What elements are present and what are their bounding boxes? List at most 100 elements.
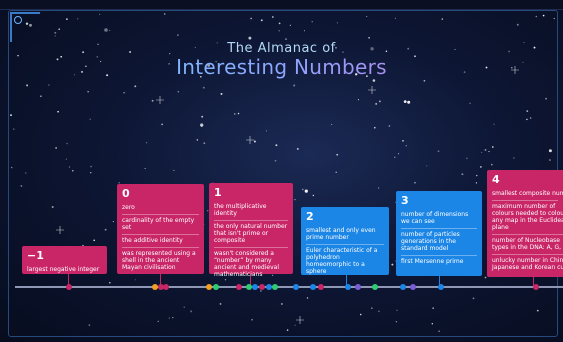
timeline-dot[interactable] <box>533 284 539 290</box>
star <box>274 159 277 162</box>
star <box>285 38 287 40</box>
timeline-dot[interactable] <box>372 284 378 290</box>
star <box>286 329 289 331</box>
star <box>366 15 368 18</box>
star <box>66 18 68 20</box>
card-fact: number of Nucleobase types in the DNA: A… <box>492 235 563 255</box>
star <box>58 28 61 31</box>
card-number: 2 <box>306 210 314 223</box>
timeline-dot[interactable] <box>206 284 212 290</box>
star <box>488 151 490 153</box>
card-number: −1 <box>27 249 44 262</box>
card-fact: largest negative integer <box>27 266 100 273</box>
number-card-2[interactable]: 2 smallest and only even prime number Eu… <box>301 207 389 275</box>
timeline-dot[interactable] <box>236 284 242 290</box>
timeline-dot[interactable] <box>345 284 351 290</box>
card-fact: number of particles generations in the s… <box>401 229 477 256</box>
star <box>104 228 107 231</box>
star <box>493 123 495 125</box>
card-number: 0 <box>122 187 130 200</box>
star <box>403 100 407 103</box>
star <box>481 151 483 153</box>
star <box>394 156 396 158</box>
number-card-4[interactable]: 4 smallest composite number maximum numb… <box>487 170 563 277</box>
star <box>10 166 13 169</box>
timeline-dot[interactable] <box>410 284 416 290</box>
card-number: 3 <box>401 194 409 207</box>
star <box>312 194 314 197</box>
number-card-minus-1[interactable]: −1 largest negative integer <box>22 246 107 274</box>
star <box>289 24 291 26</box>
card-number: 1 <box>214 186 222 199</box>
timeline-dot[interactable] <box>213 284 219 290</box>
star <box>157 320 159 322</box>
star <box>359 313 362 316</box>
sparkle <box>368 86 376 94</box>
timeline-dot[interactable] <box>310 284 316 290</box>
star <box>475 182 477 184</box>
star <box>336 22 338 24</box>
star <box>25 172 27 174</box>
star <box>469 102 471 104</box>
star <box>302 188 304 191</box>
star <box>134 85 137 88</box>
timeline-dot[interactable] <box>163 284 169 290</box>
card-fact: the additive identity <box>122 235 199 248</box>
number-card-0[interactable]: 0 zero cardinality of the empty set the … <box>117 184 204 274</box>
timeline-dot[interactable] <box>66 284 72 290</box>
card-fact: maximum number of colours needed to colo… <box>492 201 563 235</box>
card-fact: cardinality of the empty set <box>122 215 199 235</box>
star <box>72 169 74 172</box>
star <box>379 100 381 103</box>
star <box>513 157 515 159</box>
star <box>372 79 376 82</box>
star <box>423 79 426 82</box>
star <box>466 157 468 159</box>
timeline-dot[interactable] <box>293 284 299 290</box>
number-line-axis <box>15 286 563 288</box>
star <box>388 125 391 127</box>
timeline-dot[interactable] <box>438 284 444 290</box>
star <box>396 309 398 311</box>
star <box>248 36 252 40</box>
star <box>526 110 529 112</box>
timeline-dot[interactable] <box>259 284 265 290</box>
star <box>484 276 487 279</box>
star <box>368 37 370 39</box>
card-fact: number of dimensions we can see <box>401 209 477 229</box>
timeline-dot[interactable] <box>400 284 406 290</box>
star <box>108 281 111 284</box>
number-card-1[interactable]: 1 the multiplicative identity the only n… <box>209 183 293 278</box>
timeline-dot[interactable] <box>318 284 324 290</box>
sparkle <box>56 226 64 234</box>
star <box>219 302 222 305</box>
timeline-dot[interactable] <box>355 284 361 290</box>
star <box>177 34 179 36</box>
timeline-dot[interactable] <box>152 284 158 290</box>
star <box>516 23 519 26</box>
star <box>293 84 296 87</box>
star <box>357 99 359 101</box>
star <box>104 28 108 32</box>
star <box>112 221 114 223</box>
star <box>253 140 256 143</box>
card-fact: the multiplicative identity <box>214 201 288 221</box>
star <box>545 97 547 100</box>
star <box>145 142 148 144</box>
star <box>54 31 57 34</box>
star <box>484 148 487 151</box>
number-card-3[interactable]: 3 number of dimensions we can see number… <box>396 191 482 276</box>
star <box>278 29 280 32</box>
card-fact: unlucky number in Chinese, Japanese and … <box>492 257 563 271</box>
star <box>394 17 396 19</box>
star <box>109 30 111 32</box>
star <box>123 92 125 94</box>
card-fact: first Mersenne prime <box>401 258 464 265</box>
timeline-dot[interactable] <box>272 284 278 290</box>
star <box>529 117 532 119</box>
star <box>472 297 475 300</box>
star <box>93 239 96 242</box>
star <box>391 263 394 266</box>
star <box>66 142 68 145</box>
timeline-dot[interactable] <box>252 284 258 290</box>
